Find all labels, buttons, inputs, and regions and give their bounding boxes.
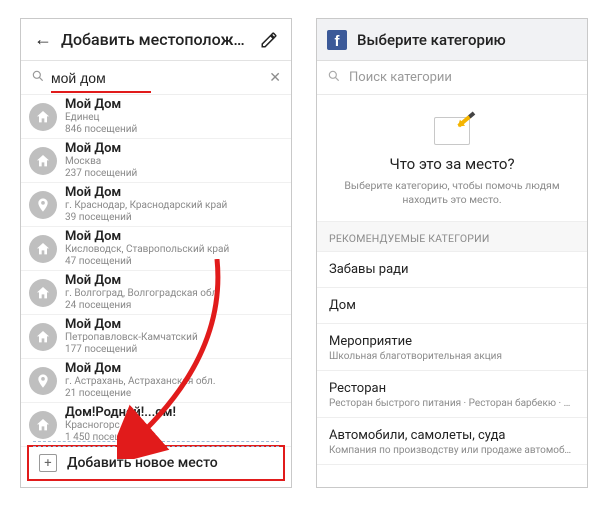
category-name: Забавы ради xyxy=(329,262,575,277)
back-icon[interactable]: ← xyxy=(29,29,57,50)
page-title: Добавить местоположен… xyxy=(57,30,255,49)
result-visits: 39 посещений xyxy=(65,212,285,224)
category-item[interactable]: Дом xyxy=(317,288,587,324)
category-item[interactable]: Ресторан Ресторан быстрого питания · Рест… xyxy=(317,371,587,418)
category-item[interactable]: Забавы ради xyxy=(317,252,587,288)
result-subtitle: Кисловодск, Ставропольский край xyxy=(65,244,285,256)
highlight-underline xyxy=(51,91,151,93)
category-name: Ресторан xyxy=(329,381,575,396)
promo-subtitle: Выберите категорию, чтобы помочь людям н… xyxy=(335,179,569,207)
result-subtitle: г. Астрахань, Астраханская обл. xyxy=(65,376,285,388)
result-visits: 177 посещений xyxy=(65,344,285,356)
result-row[interactable]: Мой Домг. Волгоград, Волгоградская обл.2… xyxy=(21,271,291,315)
home-icon xyxy=(29,103,57,131)
phone-left: ← Добавить местоположен… ✕ Мой ДомЕдинец… xyxy=(20,18,292,488)
result-subtitle: Единец xyxy=(65,112,285,124)
home-icon xyxy=(29,279,57,307)
result-row[interactable]: Мой ДомПетропавловск-Камчатский177 посещ… xyxy=(21,315,291,359)
category-search[interactable]: Поиск категории xyxy=(317,61,587,95)
category-name: Мероприятие xyxy=(329,334,575,349)
search-bar: ✕ xyxy=(21,61,291,95)
result-visits: 24 посещения xyxy=(65,300,285,312)
result-subtitle: Петропавловск-Камчатский xyxy=(65,332,285,344)
add-place-button[interactable]: + Добавить новое место xyxy=(27,445,285,481)
result-visits: 47 посещений xyxy=(65,256,285,268)
result-row[interactable]: Мой ДомМосква237 посещений xyxy=(21,139,291,183)
category-sub: Школьная благотворительная акция xyxy=(329,351,575,362)
result-subtitle: Красногорс xyxy=(65,420,285,432)
home-icon xyxy=(29,411,57,439)
category-item[interactable]: Мероприятие Школьная благотворительная ак… xyxy=(317,324,587,371)
result-title: Мой Дом xyxy=(65,98,285,113)
result-visits: 21 посещение xyxy=(65,388,285,400)
category-sub: Компания по производству или продаже авт… xyxy=(329,445,575,456)
result-row[interactable]: Мой Домг. Астрахань, Астраханская обл.21… xyxy=(21,359,291,403)
result-row[interactable]: Мой ДомЕдинец846 посещений xyxy=(21,95,291,139)
result-title: Дом!Родной!...ом! xyxy=(65,406,285,421)
search-icon xyxy=(31,69,45,87)
promo-title: Что это за место? xyxy=(335,155,569,173)
result-visits: 237 посещений xyxy=(65,168,285,180)
result-title: Мой Дом xyxy=(65,318,285,333)
category-name: Дом xyxy=(329,298,575,313)
home-icon xyxy=(29,147,57,175)
page-title: Выберите категорию xyxy=(357,31,506,49)
result-title: Мой Дом xyxy=(65,142,285,157)
header-right: f Выберите категорию xyxy=(317,19,587,61)
search-icon xyxy=(327,69,341,87)
result-title: Мой Дом xyxy=(65,230,285,245)
promo-block: Что это за место? Выберите категорию, чт… xyxy=(317,95,587,221)
result-subtitle: г. Краснодар, Краснодарский край xyxy=(65,200,285,212)
result-visits: 846 посещений xyxy=(65,124,285,136)
result-subtitle: Москва xyxy=(65,156,285,168)
pin-icon xyxy=(29,191,57,219)
search-placeholder: Поиск категории xyxy=(349,70,452,85)
section-header: РЕКОМЕНДУЕМЫЕ КАТЕГОРИИ xyxy=(317,221,587,252)
search-input[interactable] xyxy=(51,70,267,86)
header-left: ← Добавить местоположен… xyxy=(21,19,291,61)
clear-icon[interactable]: ✕ xyxy=(267,70,283,86)
facebook-icon: f xyxy=(327,30,347,50)
category-item[interactable]: Автомобили, самолеты, суда Компания по пр… xyxy=(317,418,587,465)
home-icon xyxy=(29,235,57,263)
category-sub: Ресторан быстрого питания · Ресторан бар… xyxy=(329,398,575,409)
result-subtitle: г. Волгоград, Волгоградская обл. xyxy=(65,288,285,300)
edit-icon[interactable] xyxy=(255,31,283,49)
result-title: Мой Дом xyxy=(65,186,285,201)
result-row[interactable]: Мой ДомКисловодск, Ставропольский край47… xyxy=(21,227,291,271)
note-pencil-icon xyxy=(434,117,470,145)
add-place-label: Добавить новое место xyxy=(67,455,218,471)
result-row[interactable]: Мой Домг. Краснодар, Краснодарский край3… xyxy=(21,183,291,227)
pin-icon xyxy=(29,367,57,395)
category-name: Автомобили, самолеты, суда xyxy=(329,428,575,443)
plus-icon: + xyxy=(39,454,57,472)
home-icon xyxy=(29,323,57,351)
result-title: Мой Дом xyxy=(65,274,285,289)
category-list: Забавы ради Дом Мероприятие Школьная благот… xyxy=(317,252,587,465)
results-list: Мой ДомЕдинец846 посещенийМой ДомМосква2… xyxy=(21,95,291,447)
phone-right: f Выберите категорию Поиск категории Что… xyxy=(316,18,588,488)
result-title: Мой Дом xyxy=(65,362,285,377)
